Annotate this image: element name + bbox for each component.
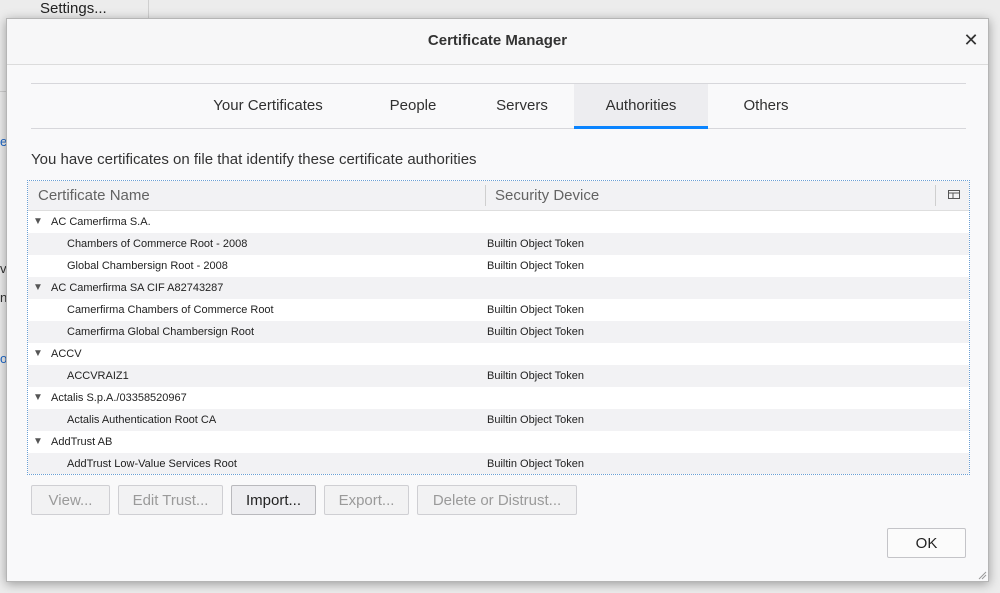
resize-grip-icon[interactable]: [977, 570, 987, 580]
tree-cert-row[interactable]: Global Chambersign Root - 2008 Builtin Ob…: [28, 255, 969, 277]
tree-cert-row[interactable]: Actalis Authentication Root CA Builtin Ob…: [28, 409, 969, 431]
column-picker-icon[interactable]: [947, 188, 961, 202]
security-device-cell: Builtin Object Token: [487, 304, 585, 316]
background-divider: [148, 0, 149, 18]
expand-triangle-icon[interactable]: ▼: [33, 343, 43, 365]
column-header-security-device[interactable]: Security Device: [495, 181, 599, 210]
certificate-name-cell: ACCV: [51, 348, 82, 360]
delete-or-distrust-button[interactable]: Delete or Distrust...: [417, 485, 577, 515]
tree-cert-row[interactable]: AddTrust Low-Value Services Root Builtin …: [28, 453, 969, 474]
tree-group-row[interactable]: ▼ ACCV: [28, 343, 969, 365]
certificate-manager-dialog: Certificate Manager ✕ Your Certificates …: [6, 18, 989, 582]
certificate-name-cell: Actalis S.p.A./03358520967: [51, 392, 187, 404]
security-device-cell: Builtin Object Token: [487, 260, 585, 272]
certificate-name-cell: Chambers of Commerce Root - 2008: [67, 238, 248, 250]
tab-others[interactable]: Others: [713, 84, 819, 128]
certificate-name-cell: Camerfirma Global Chambersign Root: [67, 326, 255, 338]
tree-cert-row[interactable]: Chambers of Commerce Root - 2008 Builtin …: [28, 233, 969, 255]
description-text: You have certificates on file that ident…: [31, 151, 477, 168]
tree-group-row[interactable]: ▼ AC Camerfirma SA CIF A82743287: [28, 277, 969, 299]
column-separator[interactable]: [935, 185, 936, 206]
dialog-titlebar: Certificate Manager ✕: [7, 19, 988, 65]
import-button[interactable]: Import...: [231, 485, 316, 515]
certificate-name-cell: Global Chambersign Root - 2008: [67, 260, 228, 272]
tree-cert-row[interactable]: Camerfirma Global Chambersign Root Builti…: [28, 321, 969, 343]
ok-button[interactable]: OK: [887, 528, 966, 558]
tab-servers[interactable]: Servers: [467, 84, 577, 128]
tree-group-row[interactable]: ▼ AddTrust AB: [28, 431, 969, 453]
certificate-name-cell: Actalis Authentication Root CA: [67, 414, 217, 426]
expand-triangle-icon[interactable]: ▼: [33, 387, 43, 409]
tab-bar: Your Certificates People Servers Authori…: [31, 83, 966, 129]
edit-trust-button[interactable]: Edit Trust...: [118, 485, 223, 515]
column-header-certificate-name[interactable]: Certificate Name: [38, 181, 150, 210]
security-device-cell: Builtin Object Token: [487, 458, 585, 470]
certificate-name-cell: AddTrust Low-Value Services Root: [67, 458, 237, 470]
certificate-name-cell: AC Camerfirma S.A.: [51, 216, 151, 228]
security-device-cell: Builtin Object Token: [487, 238, 585, 250]
certificate-name-cell: AddTrust AB: [51, 436, 113, 448]
tree-cert-row[interactable]: ACCVRAIZ1 Builtin Object Token: [28, 365, 969, 387]
tree-cert-row[interactable]: Camerfirma Chambers of Commerce Root Buil…: [28, 299, 969, 321]
close-icon[interactable]: ✕: [960, 29, 982, 51]
security-device-cell: Builtin Object Token: [487, 414, 585, 426]
security-device-cell: Builtin Object Token: [487, 370, 585, 382]
tab-people[interactable]: People: [361, 84, 465, 128]
background-settings-label: Settings...: [40, 0, 107, 17]
view-button[interactable]: View...: [31, 485, 110, 515]
expand-triangle-icon[interactable]: ▼: [33, 431, 43, 453]
tab-your-certificates[interactable]: Your Certificates: [185, 84, 351, 128]
certificate-name-cell: AC Camerfirma SA CIF A82743287: [51, 282, 224, 294]
tree-group-row[interactable]: ▼ Actalis S.p.A./03358520967: [28, 387, 969, 409]
tree-header: Certificate Name Security Device: [28, 181, 969, 211]
certificate-tree[interactable]: Certificate Name Security Device ▼ AC Cam…: [27, 180, 970, 475]
column-separator[interactable]: [485, 185, 486, 206]
expand-triangle-icon[interactable]: ▼: [33, 277, 43, 299]
expand-triangle-icon[interactable]: ▼: [33, 211, 43, 233]
export-button[interactable]: Export...: [324, 485, 409, 515]
tree-group-row[interactable]: ▼ AC Camerfirma S.A.: [28, 211, 969, 233]
tab-authorities[interactable]: Authorities: [574, 84, 708, 129]
certificate-name-cell: Camerfirma Chambers of Commerce Root: [67, 304, 274, 316]
security-device-cell: Builtin Object Token: [487, 326, 585, 338]
dialog-title: Certificate Manager: [427, 32, 568, 49]
certificate-name-cell: ACCVRAIZ1: [67, 370, 129, 382]
